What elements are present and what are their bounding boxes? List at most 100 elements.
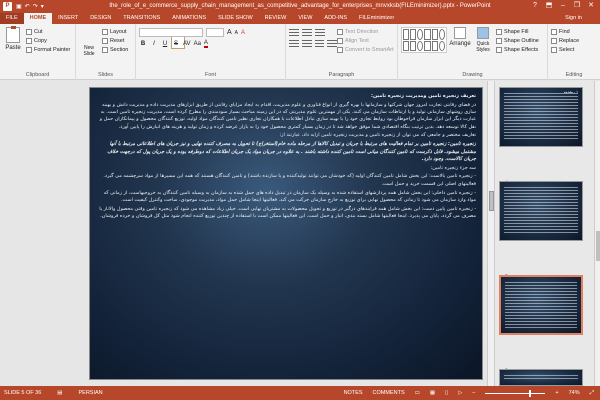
smartart-button[interactable]: Convert to SmartArt [337, 45, 394, 54]
tab-slide-show[interactable]: SLIDE SHOW [212, 13, 259, 24]
underline-button[interactable]: U [161, 41, 169, 47]
shape-oval-icon [417, 40, 424, 51]
font-family-box[interactable] [139, 28, 203, 37]
layout-button[interactable]: Layout [102, 27, 128, 36]
slide-heading: تعریف زنجیره تامین ومدیریت زنجیره تامین: [371, 93, 476, 99]
slide-list-item-3: - زنجیره تامین پایین دست: این بخش شامل ه… [99, 205, 476, 219]
slide-thumbnail[interactable]: ١ - مقدمه [499, 87, 583, 147]
indent-icon[interactable] [315, 29, 325, 36]
ribbon-display-icon[interactable]: ⬒ [542, 0, 556, 12]
shape-oval-icon [438, 29, 445, 40]
align-center-icon[interactable] [301, 40, 312, 47]
language-indicator[interactable]: PERSIAN [79, 390, 103, 396]
slides-group: New Slide Layout Reset Section Slides [76, 24, 185, 80]
find-button[interactable]: Find [551, 27, 597, 36]
zoom-slider[interactable] [485, 389, 546, 397]
save-icon[interactable]: ▣ [16, 3, 22, 10]
font-group-label: Font [204, 72, 216, 78]
copy-button[interactable]: Copy [26, 36, 70, 45]
comments-button[interactable]: COMMENTS [373, 390, 405, 396]
arrange-label: Arrange [449, 41, 471, 47]
brush-icon [26, 46, 32, 53]
grow-font-icon[interactable]: A [227, 29, 232, 36]
tab-view[interactable]: VIEW [292, 13, 318, 24]
justify-icon[interactable] [327, 40, 337, 47]
window-title: the_role_of_e_commerce_supply_chain_mana… [109, 3, 491, 9]
section-button[interactable]: Section [102, 45, 128, 54]
reading-view-icon[interactable]: ▯ [445, 390, 448, 396]
fit-slide-icon[interactable]: ⤢ [590, 390, 594, 397]
slide-editor-area[interactable]: تعریف زنجیره تامین ومدیریت زنجیره تامین:… [0, 81, 494, 386]
close-button[interactable]: ✕ [584, 0, 598, 12]
numbering-icon[interactable] [302, 29, 312, 36]
layout-label: Layout [110, 28, 127, 35]
normal-view-icon[interactable]: ▭ [415, 390, 420, 396]
tab-file[interactable]: FILE [0, 13, 24, 24]
thumbnail-scrollbar[interactable] [594, 81, 600, 386]
redo-icon[interactable]: ↷ [33, 3, 38, 10]
font-group: A A A B I U S AV Aa A Font [136, 24, 286, 80]
slideshow-view-icon[interactable]: ▷ [458, 390, 462, 396]
shape-fill-label: Shape Fill [504, 28, 529, 35]
align-right-icon[interactable] [314, 40, 325, 47]
select-button[interactable]: Select [551, 45, 597, 54]
drawing-group-label: Drawing [462, 72, 483, 78]
editor-scrollbar[interactable] [487, 81, 494, 386]
strikethrough-button[interactable]: S [172, 41, 180, 47]
sign-in-link[interactable]: Sign in [565, 13, 600, 24]
text-direction-button[interactable]: Text Direction [337, 27, 394, 36]
slide-text-box[interactable]: تعریف زنجیره تامین ومدیریت زنجیره تامین:… [96, 93, 476, 222]
restore-button[interactable]: ❐ [570, 0, 584, 12]
shapes-gallery[interactable] [401, 27, 447, 53]
section-label: Section [110, 46, 129, 53]
slide-paragraph-1: در فضای رقابتی تجارت امروز جهان شرکتها و… [99, 101, 476, 130]
align-left-icon[interactable] [289, 40, 299, 47]
customize-qat-icon[interactable]: ▾ [41, 3, 44, 10]
zoom-in-button[interactable]: + [555, 390, 558, 396]
font-color-icon[interactable]: A [203, 40, 208, 48]
format-painter-button[interactable]: Format Painter [26, 45, 70, 54]
shape-fill-button[interactable]: Shape Fill [496, 27, 539, 36]
tab-add-ins[interactable]: ADD-INS [318, 13, 353, 24]
bullets-icon[interactable] [289, 29, 299, 36]
change-case-icon[interactable]: Aa [194, 41, 201, 47]
tab-fileminimizer[interactable]: FILEminimizer [353, 13, 400, 24]
reset-button[interactable]: Reset [102, 36, 128, 45]
slide-thumbnail[interactable] [499, 369, 583, 386]
align-text-icon [337, 37, 343, 44]
tab-review[interactable]: REVIEW [259, 13, 293, 24]
spellcheck-icon[interactable]: ▤ [57, 390, 62, 396]
clear-formatting-icon[interactable]: A [241, 30, 245, 36]
smartart-label: Convert to SmartArt [345, 46, 394, 53]
undo-icon[interactable]: ↶ [25, 3, 30, 10]
font-row-2: B I U S AV Aa A [139, 38, 282, 49]
character-spacing-icon[interactable]: AV [183, 41, 191, 47]
font-size-box[interactable] [206, 28, 224, 37]
current-slide[interactable]: تعریف زنجیره تامین ومدیریت زنجیره تامین:… [89, 87, 483, 380]
shape-effects-button[interactable]: Shape Effects [496, 45, 539, 54]
zoom-out-button[interactable]: – [472, 390, 475, 396]
tab-home[interactable]: HOME [23, 13, 53, 24]
help-button[interactable]: ? [528, 0, 542, 12]
thumbnail-scroll-thumb[interactable] [596, 231, 600, 261]
replace-button[interactable]: Replace [551, 36, 597, 45]
thumbnail-text-lines [504, 375, 578, 380]
zoom-level[interactable]: 74% [569, 390, 580, 396]
slide-thumbnail-active[interactable] [499, 275, 583, 335]
paragraph-row-2 [289, 38, 337, 49]
tab-transitions[interactable]: TRANSITIONS [117, 13, 166, 24]
shrink-font-icon[interactable]: A [235, 30, 238, 36]
tab-animations[interactable]: ANIMATIONS [166, 13, 212, 24]
notes-button[interactable]: NOTES [344, 390, 363, 396]
tab-design[interactable]: DESIGN [84, 13, 117, 24]
cut-button[interactable]: Cut [26, 27, 70, 36]
italic-button[interactable]: I [150, 41, 158, 47]
align-text-button[interactable]: Align Text [337, 36, 394, 45]
minimize-button[interactable]: – [556, 0, 570, 12]
slide-thumbnail[interactable] [499, 181, 583, 241]
slide-sorter-icon[interactable]: ▦ [430, 390, 435, 396]
bold-button[interactable]: B [139, 41, 147, 47]
tab-insert[interactable]: INSERT [52, 13, 84, 24]
shape-outline-button[interactable]: Shape Outline [496, 36, 539, 45]
title-bar: P ▣ ↶ ↷ ▾ the_role_of_e_commerce_supply_… [0, 0, 600, 12]
